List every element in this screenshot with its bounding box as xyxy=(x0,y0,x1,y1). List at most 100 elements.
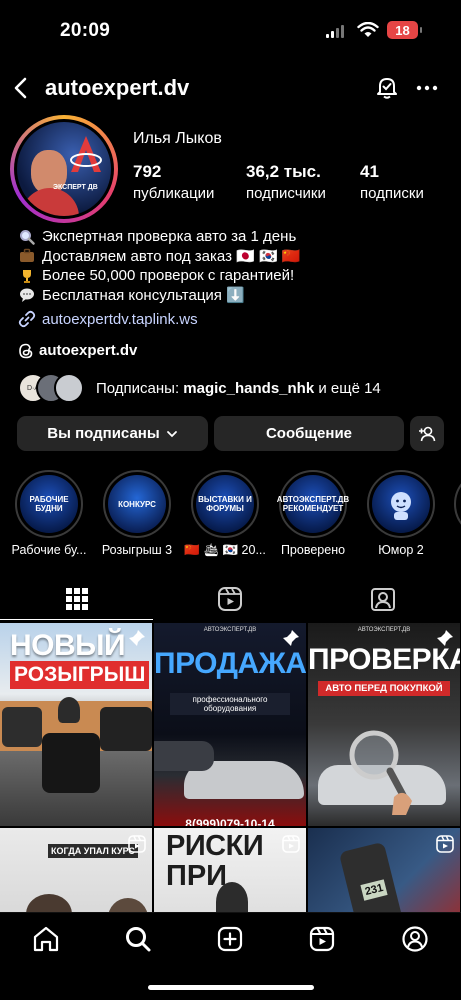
stat-value: 36,2 тыс. xyxy=(246,162,321,181)
tagged-tab-icon[interactable] xyxy=(370,586,396,612)
post-tile[interactable]: РИСКИ ПРИ xyxy=(154,828,306,913)
story-highlight[interactable]: КОНКУРС Розыгрыш 3 xyxy=(102,470,172,557)
battery-indicator: 18 xyxy=(387,21,422,39)
bio-line: Бесплатная консультация ⬇️ xyxy=(42,286,245,304)
post-subtitle: профессионального оборудования xyxy=(170,693,290,715)
following-button-label: Вы подписаны xyxy=(47,425,160,442)
avatar-logo-text: ЭКСПЕРТ ДВ xyxy=(53,184,98,191)
post-title: КОГДА УПАЛ КУРС xyxy=(48,844,138,858)
brand-logo-icon xyxy=(70,136,102,172)
post-title: НОВЫЙ xyxy=(10,629,126,662)
cellular-signal-icon xyxy=(326,25,344,38)
profile-bio: Экспертная проверка авто за 1 день Доста… xyxy=(18,227,300,305)
post-subtitle: РОЗЫГРЫШ xyxy=(10,661,150,689)
bio-line: Доставляем авто под заказ 🇯🇵 🇰🇷 🇨🇳 xyxy=(42,247,301,265)
wifi-icon xyxy=(357,22,379,37)
message-button[interactable]: Сообщение xyxy=(214,416,404,451)
reel-icon xyxy=(436,835,454,853)
profile-link[interactable]: autoexpertdv.taplink.ws xyxy=(18,310,198,328)
profile-link-text: autoexpertdv.taplink.ws xyxy=(42,310,198,328)
followed-by-text: Подписаны: magic_hands_nhk и ещё 14 xyxy=(96,380,381,397)
post-tile[interactable]: КОГДА УПАЛ КУРС xyxy=(0,828,152,913)
add-user-icon xyxy=(419,426,436,441)
posts-count[interactable]: 792 публикации xyxy=(133,162,214,202)
posts-grid: НОВЫЙ РОЗЫГРЫШ АВТОЭКСПЕРТ.ДВ ПРОДАЖА пр… xyxy=(0,623,461,913)
story-highlight-partial[interactable] xyxy=(454,470,461,538)
home-indicator xyxy=(148,985,314,990)
reel-icon xyxy=(128,835,146,853)
highlight-cover xyxy=(372,475,430,533)
highlight-label: Розыгрыш 3 xyxy=(101,543,173,557)
highlight-cover: ВЫСТАВКИ И ФОРУМЫ xyxy=(196,475,254,533)
grid-tab-icon[interactable] xyxy=(64,586,90,612)
active-tab-indicator xyxy=(0,619,153,620)
highlight-label: Юмор 2 xyxy=(378,543,424,557)
status-bar: 20:09 18 xyxy=(0,0,461,60)
profile-full-name: Илья Лыков xyxy=(133,130,222,147)
following-count[interactable]: 41 подписки xyxy=(360,162,424,202)
back-arrow-icon[interactable] xyxy=(10,76,34,100)
bio-line: Экспертная проверка авто за 1 день xyxy=(42,228,297,245)
threads-username: autoexpert.dv xyxy=(39,342,138,359)
stat-value: 41 xyxy=(360,162,379,181)
link-icon xyxy=(18,310,36,328)
avatar-image: ЭКСПЕРТ ДВ xyxy=(17,122,111,216)
notification-bell-icon[interactable] xyxy=(374,74,400,100)
post-tile[interactable]: НОВЫЙ РОЗЫГРЫШ xyxy=(0,623,152,826)
search-icon[interactable] xyxy=(124,925,152,953)
profile-header-bar: autoexpert.dv xyxy=(0,68,461,108)
profile-username: autoexpert.dv xyxy=(45,75,190,100)
post-title: ПРОДАЖА xyxy=(154,647,306,680)
profile-avatar[interactable]: ЭКСПЕРТ ДВ xyxy=(10,115,118,223)
post-tile[interactable]: АВТОЭКСПЕРТ.ДВ ПРОВЕРКА АВТО ПЕРЕД ПОКУП… xyxy=(308,623,460,826)
post-phone: 8(999)079-10-14 xyxy=(185,817,275,826)
reels-icon[interactable] xyxy=(308,925,336,953)
post-title: РИСКИ xyxy=(166,830,264,862)
post-tile[interactable]: 231 xyxy=(308,828,460,913)
follower-avatar xyxy=(54,373,84,403)
highlight-cover: РАБОЧИЕ БУДНИ xyxy=(20,475,78,533)
trophy-icon xyxy=(18,267,36,285)
magnifier-icon xyxy=(18,228,36,246)
followed-by[interactable]: D·A Подписаны: magic_hands_nhk и ещё 14 xyxy=(18,372,381,404)
highlight-cover: АВТОЭКСПЕРТ.ДВ РЕКОМЕНДУЕТ xyxy=(277,475,349,533)
highlight-cover: КОНКУРС xyxy=(108,475,166,533)
following-button[interactable]: Вы подписаны xyxy=(17,416,208,451)
post-title: ПРОВЕРКА xyxy=(308,643,460,676)
highlight-label: 🇨🇳 🛳 🇰🇷 20... xyxy=(184,543,266,557)
chevron-down-icon xyxy=(166,430,177,437)
story-highlight[interactable]: АВТОЭКСПЕРТ.ДВ РЕКОМЕНДУЕТ Проверено xyxy=(277,470,349,557)
home-icon[interactable] xyxy=(32,925,60,953)
profile-icon[interactable] xyxy=(401,925,429,953)
post-tile[interactable]: АВТОЭКСПЕРТ.ДВ ПРОДАЖА профессионального… xyxy=(154,623,306,826)
stat-label: подписчики xyxy=(246,185,326,202)
stat-label: публикации xyxy=(133,185,215,202)
story-highlight[interactable]: ВЫСТАВКИ И ФОРУМЫ 🇨🇳 🛳 🇰🇷 20... xyxy=(184,470,266,557)
stat-value: 792 xyxy=(133,162,162,181)
bio-line: Более 50,000 проверок с гарантией! xyxy=(42,267,295,284)
profile-tabs xyxy=(0,578,461,622)
post-subtitle: ПРИ xyxy=(166,860,228,892)
suggest-users-button[interactable] xyxy=(410,416,444,451)
followed-by-name: magic_hands_nhk xyxy=(183,379,315,397)
followed-by-suffix: и ещё 14 xyxy=(314,379,381,397)
story-highlight[interactable]: РАБОЧИЕ БУДНИ Рабочие бу... xyxy=(12,470,86,557)
status-time: 20:09 xyxy=(60,20,111,41)
followers-count[interactable]: 36,2 тыс. подписчики xyxy=(246,162,326,202)
threads-icon xyxy=(19,343,33,358)
threads-badge[interactable]: autoexpert.dv xyxy=(18,342,137,359)
create-post-icon[interactable] xyxy=(216,925,244,953)
highlight-label: Проверено xyxy=(280,543,346,557)
pin-icon xyxy=(129,630,145,646)
face-icon xyxy=(391,492,411,520)
message-button-label: Сообщение xyxy=(265,425,353,442)
speech-bubble-icon xyxy=(18,286,36,304)
reel-icon xyxy=(282,835,300,853)
story-highlight[interactable]: Юмор 2 xyxy=(366,470,436,557)
pin-icon xyxy=(437,630,453,646)
stat-label: подписки xyxy=(360,185,424,202)
post-subtitle: АВТО ПЕРЕД ПОКУПКОЙ xyxy=(318,681,450,696)
reels-tab-icon[interactable] xyxy=(217,586,243,612)
more-options-icon[interactable] xyxy=(414,76,440,100)
highlight-label: Рабочие бу... xyxy=(11,543,87,557)
